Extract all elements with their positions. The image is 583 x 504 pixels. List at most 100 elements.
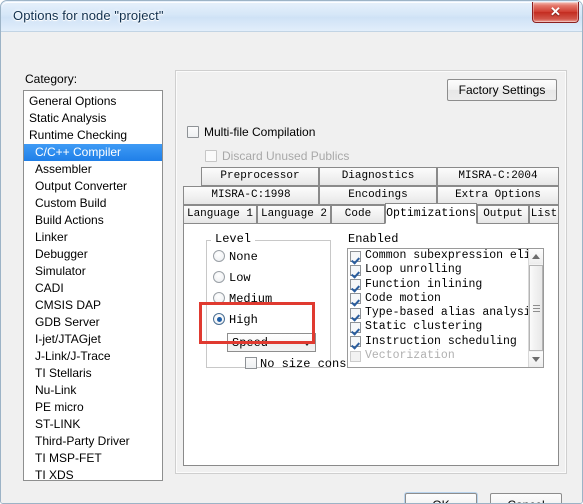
sidebar-item-cmsis-dap[interactable]: CMSIS DAP bbox=[24, 297, 162, 314]
enabled-transformations-list[interactable]: Common subexpression elimina Loop unrolli… bbox=[347, 248, 544, 368]
tab-output[interactable]: Output bbox=[477, 205, 529, 224]
tab-language-1[interactable]: Language 1 bbox=[183, 205, 257, 224]
enabled-item-label: Loop unrolling bbox=[365, 263, 462, 277]
checkbox-box bbox=[205, 150, 217, 162]
level-radio-low[interactable]: Low bbox=[213, 271, 251, 285]
radio-dot bbox=[213, 292, 225, 304]
sidebar-item-label: C/C++ Compiler bbox=[35, 145, 122, 159]
sidebar-item-label: CADI bbox=[35, 281, 64, 295]
sidebar-item-simulator[interactable]: Simulator bbox=[24, 263, 162, 280]
sidebar-item-label: Runtime Checking bbox=[29, 128, 128, 142]
caret-up-icon bbox=[532, 254, 540, 259]
sidebar-item-label: Debugger bbox=[35, 247, 88, 261]
tab-optimizations[interactable]: Optimizations bbox=[385, 203, 477, 224]
checkbox-box bbox=[350, 321, 361, 333]
checkbox-box bbox=[187, 126, 199, 138]
sidebar-item-runtime-checking[interactable]: Runtime Checking bbox=[24, 127, 162, 144]
level-radio-label: Medium bbox=[229, 292, 273, 306]
sidebar-item-ti-stellaris[interactable]: TI Stellaris bbox=[24, 365, 162, 382]
sidebar-item-label: GDB Server bbox=[35, 315, 100, 329]
tab-code[interactable]: Code bbox=[331, 205, 385, 224]
tab-strip: Preprocessor Diagnostics MISRA-C:2004 MISRA… bbox=[183, 167, 559, 224]
optimizations-tab-panel: Level None Low Medium High Speed No size co… bbox=[183, 223, 559, 466]
level-radio-medium[interactable]: Medium bbox=[213, 292, 272, 306]
group-border-right bbox=[255, 240, 330, 241]
sidebar-item-debugger[interactable]: Debugger bbox=[24, 246, 162, 263]
category-listbox[interactable]: General Options Static Analysis Runtime Ch… bbox=[23, 90, 163, 481]
window-title: Options for node "project" bbox=[13, 8, 164, 23]
sidebar-item-i-jet-jtagjet[interactable]: I-jet/JTAGjet bbox=[24, 331, 162, 348]
enabled-item-loop-unrolling[interactable]: Loop unrolling bbox=[348, 263, 543, 277]
tab-misra-c-2004[interactable]: MISRA-C:2004 bbox=[437, 167, 559, 186]
grip-icon bbox=[533, 305, 540, 312]
checkbox-box bbox=[245, 357, 257, 369]
ok-button[interactable]: OK bbox=[405, 493, 477, 503]
sidebar-item-build-actions[interactable]: Build Actions bbox=[24, 212, 162, 229]
enabled-item-function-inlining[interactable]: Function inlining bbox=[348, 278, 543, 292]
sidebar-item-ti-xds[interactable]: TI XDS bbox=[24, 467, 162, 481]
sidebar-item-custom-build[interactable]: Custom Build bbox=[24, 195, 162, 212]
sidebar-item-third-party-driver[interactable]: Third-Party Driver bbox=[24, 433, 162, 450]
multi-file-compilation-label: Multi-file Compilation bbox=[204, 125, 316, 139]
enabled-list-scrollbar[interactable] bbox=[528, 249, 543, 367]
options-pane: Factory Settings Multi-file Compilation … bbox=[175, 70, 567, 474]
discard-unused-publics-checkbox: Discard Unused Publics bbox=[205, 149, 349, 163]
sidebar-item-output-converter[interactable]: Output Converter bbox=[24, 178, 162, 195]
checkbox-box bbox=[350, 293, 361, 305]
optimization-target-value: Speed bbox=[232, 336, 269, 350]
checkbox-box bbox=[350, 336, 361, 348]
checkbox-box bbox=[350, 279, 361, 291]
sidebar-item-label: I-jet/JTAGjet bbox=[35, 332, 101, 346]
sidebar-item-static-analysis[interactable]: Static Analysis bbox=[24, 110, 162, 127]
sidebar-item-pe-micro[interactable]: PE micro bbox=[24, 399, 162, 416]
sidebar-item-label: Build Actions bbox=[35, 213, 104, 227]
scroll-up-button[interactable] bbox=[529, 249, 543, 264]
sidebar-item-nu-link[interactable]: Nu-Link bbox=[24, 382, 162, 399]
sidebar-item-label: Static Analysis bbox=[29, 111, 107, 125]
sidebar-item-label: J-Link/J-Trace bbox=[35, 349, 111, 363]
level-radio-none[interactable]: None bbox=[213, 250, 258, 264]
enabled-item-label: Vectorization bbox=[365, 349, 455, 363]
enabled-group-box: Enabled Common subexpression elimina Loop… bbox=[347, 232, 544, 368]
tab-diagnostics[interactable]: Diagnostics bbox=[319, 167, 437, 186]
enabled-item-instruction-scheduling[interactable]: Instruction scheduling bbox=[348, 335, 543, 349]
dialog-client-area: Category: General Options Static Analysis… bbox=[1, 32, 582, 503]
level-radio-high[interactable]: High bbox=[213, 313, 258, 327]
tab-language-2[interactable]: Language 2 bbox=[257, 205, 331, 224]
checkbox-box bbox=[350, 307, 361, 319]
factory-settings-button[interactable]: Factory Settings bbox=[447, 79, 557, 101]
enabled-item-label: Type-based alias analysis bbox=[365, 306, 538, 320]
sidebar-item-label: TI XDS bbox=[35, 468, 74, 481]
multi-file-compilation-checkbox[interactable]: Multi-file Compilation bbox=[187, 125, 315, 139]
sidebar-item-assembler[interactable]: Assembler bbox=[24, 161, 162, 178]
cancel-button[interactable]: Cancel bbox=[490, 493, 562, 503]
discard-unused-publics-label: Discard Unused Publics bbox=[222, 149, 350, 163]
sidebar-item-label: ST-LINK bbox=[35, 417, 81, 431]
enabled-item-static-clustering[interactable]: Static clustering bbox=[348, 320, 543, 334]
tab-list[interactable]: List bbox=[529, 205, 559, 224]
sidebar-item-label: Linker bbox=[35, 230, 68, 244]
optimization-target-combobox[interactable]: Speed bbox=[227, 333, 316, 352]
sidebar-item-linker[interactable]: Linker bbox=[24, 229, 162, 246]
radio-dot bbox=[213, 313, 225, 325]
close-button[interactable]: ✕ bbox=[532, 2, 579, 23]
sidebar-item-gdb-server[interactable]: GDB Server bbox=[24, 314, 162, 331]
level-radio-label: None bbox=[229, 250, 258, 264]
enabled-item-common-subexpression-elimina[interactable]: Common subexpression elimina bbox=[348, 249, 543, 263]
enabled-item-label: Function inlining bbox=[365, 277, 483, 291]
sidebar-item-general-options[interactable]: General Options bbox=[24, 93, 162, 110]
sidebar-item-st-link[interactable]: ST-LINK bbox=[24, 416, 162, 433]
sidebar-item-cadi[interactable]: CADI bbox=[24, 280, 162, 297]
sidebar-item-j-link-j-trace[interactable]: J-Link/J-Trace bbox=[24, 348, 162, 365]
sidebar-item-ti-msp-fet[interactable]: TI MSP-FET bbox=[24, 450, 162, 467]
close-icon: ✕ bbox=[550, 4, 561, 19]
sidebar-item-c-c-compiler[interactable]: C/C++ Compiler bbox=[24, 144, 162, 161]
enabled-item-type-based-alias-analysis[interactable]: Type-based alias analysis bbox=[348, 306, 543, 320]
scrollbar-thumb[interactable] bbox=[529, 265, 543, 351]
tab-preprocessor[interactable]: Preprocessor bbox=[201, 167, 319, 186]
enabled-item-code-motion[interactable]: Code motion bbox=[348, 292, 543, 306]
scroll-down-button[interactable] bbox=[529, 352, 543, 367]
title-bar: Options for node "project" ✕ bbox=[1, 1, 582, 32]
tab-misra-c-1998[interactable]: MISRA-C:1998 bbox=[183, 186, 319, 205]
sidebar-item-label: Simulator bbox=[35, 264, 86, 278]
